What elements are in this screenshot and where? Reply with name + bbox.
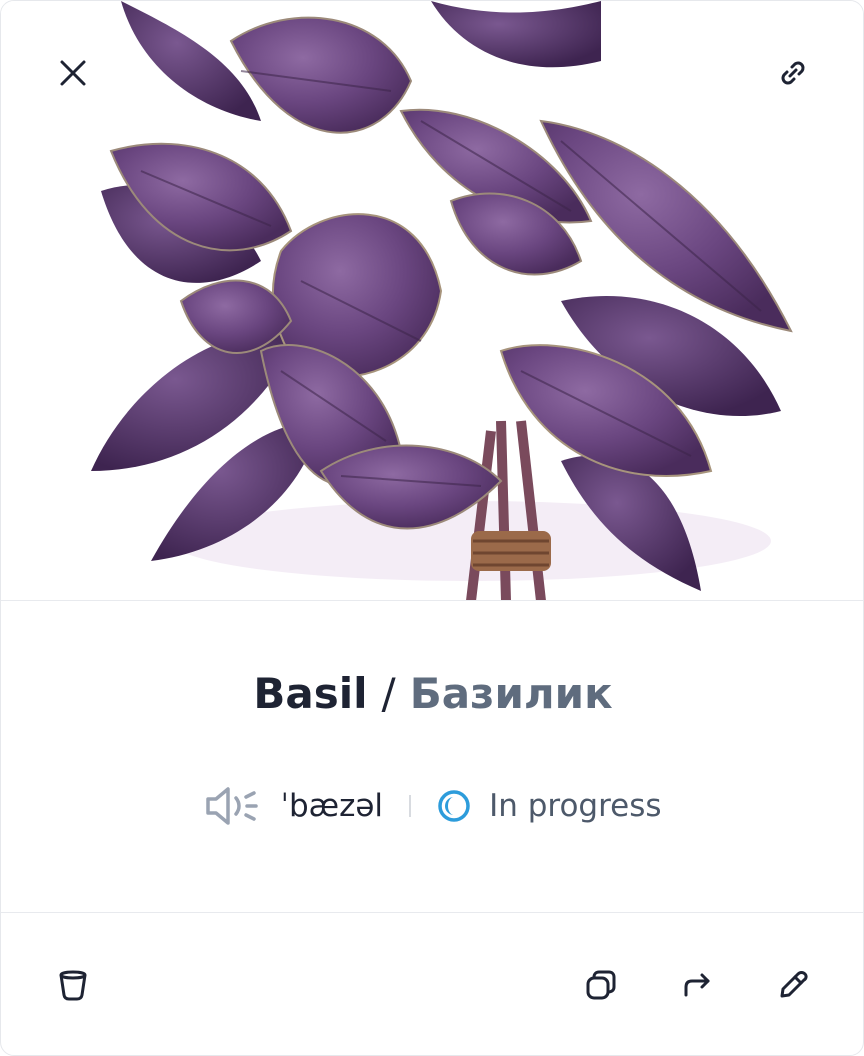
word-card: Basil / Базилик ˈbæzəl In progress xyxy=(0,0,864,1056)
pronounce-button[interactable] xyxy=(204,784,262,828)
close-button[interactable] xyxy=(53,53,93,93)
card-toolbar xyxy=(1,913,863,1055)
basil-image xyxy=(91,1,793,600)
word-image xyxy=(1,1,863,601)
share-button[interactable] xyxy=(677,965,717,1005)
trash-icon xyxy=(59,970,87,1001)
link-icon xyxy=(781,61,805,85)
pencil-icon xyxy=(780,971,808,998)
word-text: Basil xyxy=(253,668,368,718)
title-separator: / xyxy=(381,668,396,718)
word-meta: ˈbæzəl In progress xyxy=(1,781,863,831)
status-indicator xyxy=(437,789,471,823)
speaker-icon xyxy=(206,787,259,825)
phonetic-transcription: ˈbæzəl xyxy=(280,788,384,824)
status-label: In progress xyxy=(489,788,662,824)
word-title: Basil / Базилик xyxy=(1,663,863,723)
in-progress-icon xyxy=(438,790,470,822)
translation-text: Базилик xyxy=(409,668,613,718)
edit-button[interactable] xyxy=(773,965,813,1005)
copy-link-button[interactable] xyxy=(773,53,813,93)
close-icon xyxy=(60,60,86,86)
meta-divider xyxy=(409,795,412,817)
share-arrow-icon xyxy=(684,973,710,997)
copy-icon xyxy=(586,970,616,1000)
duplicate-button[interactable] xyxy=(581,965,621,1005)
word-details: Basil / Базилик ˈbæzəl In progress xyxy=(1,601,863,913)
delete-button[interactable] xyxy=(53,965,93,1005)
